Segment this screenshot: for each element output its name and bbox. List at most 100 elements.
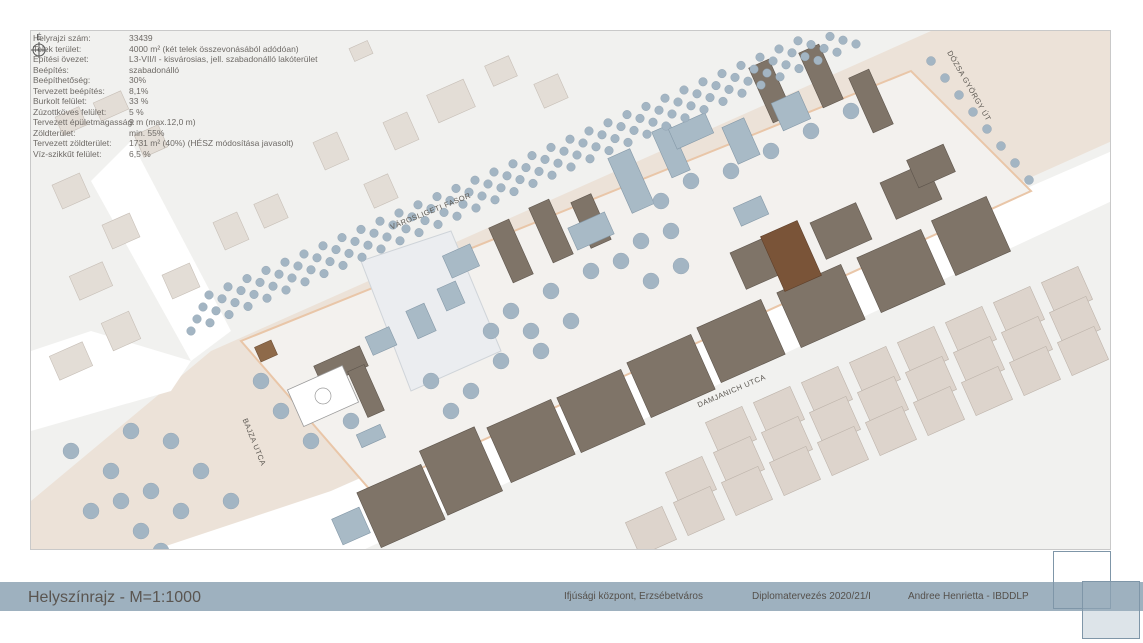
tree — [222, 492, 240, 510]
tree — [249, 289, 259, 299]
tree — [132, 522, 150, 540]
tree — [825, 31, 835, 41]
tree — [612, 252, 630, 270]
tree — [306, 265, 316, 275]
tree — [800, 52, 810, 62]
info-value: 9 m (max.12,0 m) — [129, 117, 196, 127]
tree — [926, 56, 936, 66]
tree — [756, 80, 766, 90]
tree — [502, 302, 520, 320]
tree — [492, 352, 510, 370]
tree — [781, 60, 791, 70]
tree — [553, 158, 563, 168]
tree — [787, 48, 797, 58]
tree — [996, 141, 1006, 151]
info-label: Víz-szikkűt felület: — [33, 148, 102, 159]
tree — [662, 222, 680, 240]
tree — [331, 245, 341, 255]
tree — [342, 412, 360, 430]
tree — [186, 326, 196, 336]
tree — [192, 314, 202, 324]
info-row: Beépíthetőség: 30% — [33, 75, 333, 86]
tree — [672, 257, 690, 275]
info-label: Zúzottköves felület: — [33, 106, 107, 117]
tree — [711, 81, 721, 91]
tree — [838, 35, 848, 45]
tree — [287, 273, 297, 283]
tree — [954, 90, 964, 100]
tree — [477, 191, 487, 201]
drawing-title: Helyszínrajz - M=1:1000 — [28, 589, 201, 606]
info-row: Burkolt felület: 33 % — [33, 96, 333, 107]
tree — [724, 84, 734, 94]
tree — [546, 142, 556, 152]
tree — [622, 110, 632, 120]
tree — [743, 76, 753, 86]
tree — [793, 36, 803, 46]
compass-label: É — [36, 33, 41, 42]
tree — [496, 183, 506, 193]
info-label: Építési övezet: — [33, 54, 89, 64]
tree — [142, 482, 160, 500]
tree — [616, 122, 626, 132]
tree — [112, 492, 130, 510]
tree — [350, 236, 360, 246]
info-label: Tervezett épületmagasság: — [33, 117, 135, 127]
tree — [211, 306, 221, 316]
tree — [642, 129, 652, 139]
tree — [610, 134, 620, 144]
tree — [584, 126, 594, 136]
tree — [762, 142, 780, 160]
tree — [395, 236, 405, 246]
tree — [632, 232, 650, 250]
tree — [572, 150, 582, 160]
info-label: Helyrajzi szám: — [33, 33, 91, 43]
tree — [223, 282, 233, 292]
tree — [432, 192, 442, 202]
tree — [597, 130, 607, 140]
tree — [667, 109, 677, 119]
info-row: Beépítés: szabadonálló — [33, 65, 333, 76]
tree — [224, 310, 234, 320]
tree — [698, 77, 708, 87]
tree — [318, 241, 328, 251]
tree — [490, 195, 500, 205]
info-value: 4000 m² (két telek összevonásából adódóa… — [129, 43, 299, 54]
site-data-table: Helyrajzi szám: 33439 Telek terület: 4000 m… — [33, 33, 333, 159]
tree — [730, 72, 740, 82]
tree — [648, 117, 658, 127]
tree — [204, 290, 214, 300]
tree — [635, 113, 645, 123]
tree — [293, 261, 303, 271]
tree — [483, 179, 493, 189]
tree — [851, 39, 861, 49]
tree — [673, 97, 683, 107]
info-row: Tervezett zöldterület: 1731 m² (40%) (HÉS… — [33, 138, 333, 149]
tree — [982, 124, 992, 134]
tree — [482, 322, 500, 340]
tree — [422, 372, 440, 390]
info-value: 1731 m² (40%) (HÉSZ módosítása javasolt) — [129, 138, 294, 148]
site-plan-map: Helyrajzi szám: 33439 Telek terület: 4000 m… — [30, 30, 1111, 550]
info-value: L3-VII/I - kisvárosias, jell. szabadonál… — [129, 54, 318, 64]
tree — [319, 269, 329, 279]
tree — [682, 172, 700, 190]
tree — [522, 322, 540, 340]
tree — [394, 208, 404, 218]
tree — [802, 122, 820, 140]
tree — [565, 134, 575, 144]
tree — [243, 301, 253, 311]
tree — [375, 216, 385, 226]
tree — [255, 277, 265, 287]
tree — [722, 162, 740, 180]
tree — [775, 72, 785, 82]
info-value: 30% — [129, 75, 147, 85]
tree — [527, 151, 537, 161]
tree — [585, 154, 595, 164]
tree — [813, 55, 823, 65]
tree — [433, 219, 443, 229]
course-name: Diplomatervezés 2020/21/I — [752, 591, 871, 602]
tree — [968, 107, 978, 117]
tree — [582, 262, 600, 280]
tree — [442, 402, 460, 420]
